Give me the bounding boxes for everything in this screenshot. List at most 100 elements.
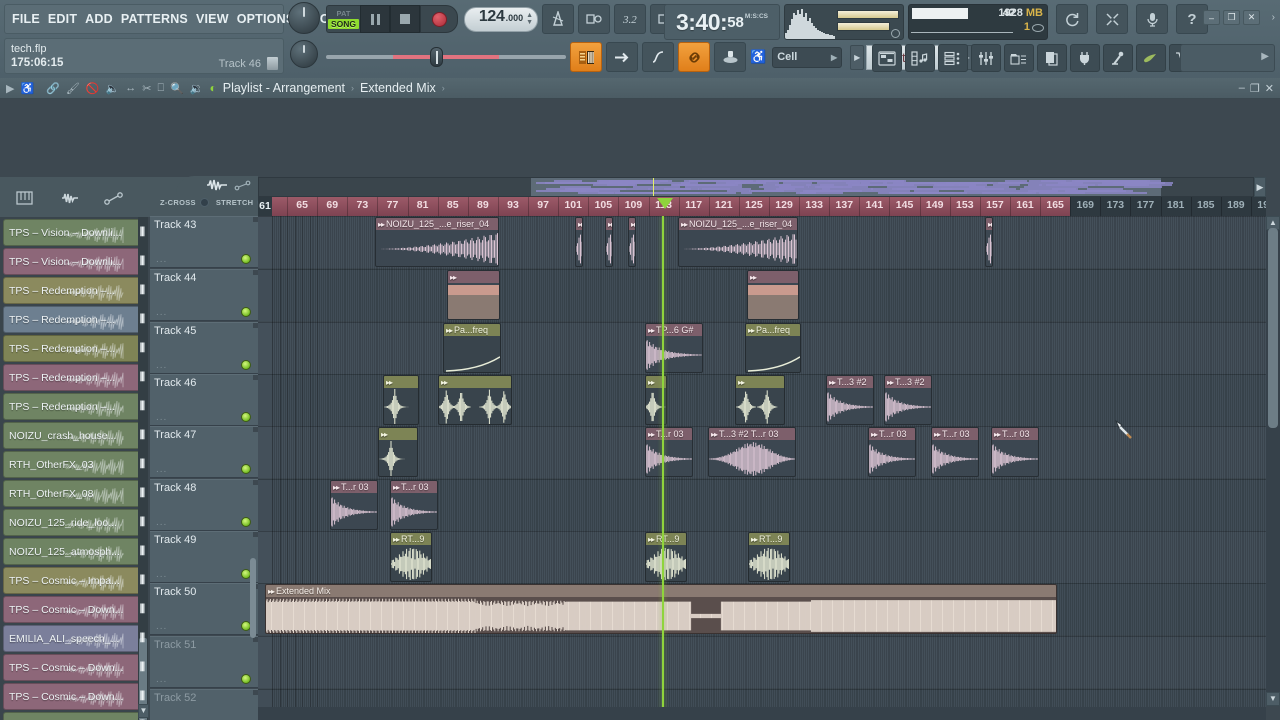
track-header[interactable]: Track 51... <box>150 636 258 688</box>
volume-down-icon[interactable]: 🔈 <box>106 82 120 95</box>
playlist-clip[interactable]: ▸▸ Pa...freq <box>443 323 501 373</box>
clip-header[interactable]: ▸▸ T...3 #2 T...r 03 <box>709 428 795 440</box>
play-pause-button[interactable] <box>360 5 390 33</box>
playlist-clip[interactable]: ▸▸ <box>605 217 613 267</box>
clip-header[interactable]: ▸▸ <box>986 218 992 230</box>
channel-item[interactable]: TPS – Redemption –... ⦀ <box>3 306 146 333</box>
stop-button[interactable] <box>390 5 420 33</box>
track-header[interactable]: Track 45... <box>150 322 258 374</box>
playlist-clip[interactable]: ▸▸ T...r 03 <box>931 427 979 477</box>
link-icon[interactable]: 🔗 <box>46 82 60 95</box>
playlist-grid[interactable]: ▸▸ NOIZU_125_...e_riser_04 ▸▸ NOIZU_125_...… <box>258 216 1266 720</box>
online-content-button[interactable] <box>1136 44 1166 72</box>
pattern-song-toggle[interactable]: PAT SONG <box>326 5 360 33</box>
playlist-window-button[interactable] <box>872 44 902 72</box>
audio-clip-icon[interactable] <box>60 191 80 205</box>
track-enable-led[interactable] <box>241 307 251 317</box>
menu-item-file[interactable]: FILE <box>12 12 40 26</box>
clip-header[interactable]: ▸▸ T...r 03 <box>992 428 1038 440</box>
channel-drag-handle-icon[interactable]: ⦀ <box>140 283 143 298</box>
toolbar-expand-arrow-icon[interactable]: › <box>1272 12 1275 23</box>
track-options-dots[interactable]: ... <box>156 360 167 371</box>
playlist-clip[interactable]: ▸▸ T...3 #2 <box>884 375 932 425</box>
scroll-down-icon[interactable]: ▼ <box>1266 692 1280 706</box>
playlist-clip[interactable]: ▸▸ RT...9 <box>645 532 687 582</box>
track-enable-led[interactable] <box>241 412 251 422</box>
track-enable-led[interactable] <box>241 674 251 684</box>
menu-item-edit[interactable]: EDIT <box>48 12 77 26</box>
track-header-scroll-thumb[interactable] <box>250 558 256 638</box>
channel-item[interactable]: TPS – Cosmic – Down... ⦀ <box>3 683 146 710</box>
clip-header[interactable]: ▸▸ T...r 03 <box>932 428 978 440</box>
track-options-dots[interactable]: ... <box>156 307 167 318</box>
playlist-clip[interactable]: ▸▸ <box>985 217 993 267</box>
playlist-menu-arrow-icon[interactable]: ▶ <box>6 82 14 95</box>
project-info-panel[interactable]: tech.flp 175:06:15 Track 46 <box>4 38 284 74</box>
playlist-clip[interactable]: ▸▸ NOIZU_125_...e_riser_04 <box>678 217 798 267</box>
timeline-playhead-marker[interactable] <box>657 198 673 209</box>
channel-drag-handle-icon[interactable]: ⦀ <box>140 370 143 385</box>
channel-drag-handle-icon[interactable]: ⦀ <box>140 341 143 356</box>
channel-item[interactable]: NOIZU_125_ride_loo... ⦀ <box>3 509 146 536</box>
playlist-clip[interactable]: ▸▸ <box>438 375 512 425</box>
playlist-clip[interactable]: ▸▸ T...r 03 <box>390 480 438 530</box>
channel-item[interactable]: TPS – Cosmic – Down... ⦀ <box>3 596 146 623</box>
clip-header[interactable]: ▸▸ <box>629 218 635 230</box>
clip-header[interactable]: ▸▸ RT...9 <box>391 533 431 545</box>
channel-drag-handle-icon[interactable]: ⦀ <box>140 457 143 472</box>
link-tool-button[interactable] <box>678 42 710 72</box>
playlist-clip[interactable]: ▸▸ <box>735 375 785 425</box>
channel-item[interactable]: TPS – Redemption –... ⦀ <box>3 277 146 304</box>
menu-item-view[interactable]: VIEW <box>196 12 229 26</box>
clip-header[interactable]: ▸▸ T...3 #2 <box>827 376 873 388</box>
project-picker-button[interactable] <box>1037 44 1067 72</box>
snap-selector[interactable]: Cell ▶ <box>772 47 842 68</box>
channel-item[interactable]: TPS – Redemption –... ⦀ <box>3 393 146 420</box>
channel-drag-handle-icon[interactable]: ⦀ <box>140 573 143 588</box>
clip-header[interactable]: ▸▸ <box>379 428 417 440</box>
piano-roll-icon[interactable] <box>16 191 33 205</box>
tempo-spinner-icon[interactable]: ▲ ▼ <box>526 12 533 26</box>
menu-item-add[interactable]: ADD <box>85 12 113 26</box>
arrangement-name[interactable]: Extended Mix <box>360 81 436 95</box>
channel-list-scroll-down-icon[interactable]: ▼ <box>138 704 149 718</box>
track-enable-led[interactable] <box>241 517 251 527</box>
select-icon[interactable]: ⎕ <box>157 82 164 95</box>
channel-item[interactable]: TPS – Vision – Downli... ⦀ <box>3 248 146 275</box>
breadcrumb-separator-2[interactable]: › <box>442 83 445 93</box>
track-header[interactable]: Track 50... <box>150 583 258 635</box>
clip-header[interactable]: ▸▸ RT...9 <box>749 533 789 545</box>
wait-for-input-button[interactable] <box>578 4 610 34</box>
playlist-clip[interactable]: ▸▸ <box>747 270 799 320</box>
playlist-clip[interactable]: ▸▸ T...r 03 <box>991 427 1039 477</box>
tempo-display[interactable]: 124 .000 ▲ ▼ <box>464 7 538 32</box>
track-enable-led[interactable] <box>241 464 251 474</box>
waveform-icon[interactable] <box>206 178 228 194</box>
clip-header[interactable]: ▸▸ T...r 03 <box>869 428 915 440</box>
clip-header[interactable]: ▸▸ <box>439 376 511 388</box>
channel-item[interactable]: RTH_OtherFX_08 ⦀ <box>3 480 146 507</box>
track-options-dots[interactable]: ... <box>156 464 167 475</box>
pattern-picker-button[interactable] <box>570 42 602 72</box>
timeline-ruler[interactable]: 61 65 69 73 77 81 85 89 93 97 101 105 109 113 117 121 12… <box>258 197 1266 216</box>
playlist-clip[interactable]: ▸▸ T...r 03 <box>645 427 693 477</box>
tools-button[interactable] <box>1103 44 1133 72</box>
playlist-minimize-button[interactable]: – <box>1239 82 1245 95</box>
channel-item[interactable]: TPS – Redemption –... ⦀ <box>3 335 146 362</box>
detached-icon[interactable]: ♿ <box>20 82 34 95</box>
draw-tool-button[interactable] <box>606 42 638 72</box>
channel-drag-handle-icon[interactable]: ⦀ <box>140 399 143 414</box>
playlist-clip[interactable]: ▸▸ RT...9 <box>390 532 432 582</box>
channel-drag-handle-icon[interactable]: ⦀ <box>140 254 143 269</box>
playlist-clip[interactable]: ▸▸ TP...6 G# <box>645 323 703 373</box>
channel-drag-handle-icon[interactable]: ⦀ <box>140 602 143 617</box>
playlist-clip[interactable]: ▸▸ Extended Mix <box>265 584 1057 634</box>
mute-icon[interactable]: 🚫 <box>86 82 100 95</box>
track-options-dots[interactable]: ... <box>156 412 167 423</box>
playlist-clip[interactable]: ▸▸ <box>628 217 636 267</box>
shuffle-icon-button[interactable] <box>1096 4 1128 34</box>
playlist-maximize-button[interactable]: ❐ <box>1250 82 1260 95</box>
cut-icon[interactable]: ✂ <box>142 82 151 95</box>
playlist-horizontal-scrollbar[interactable] <box>258 707 1266 720</box>
channel-drag-handle-icon[interactable]: ⦀ <box>140 689 143 704</box>
